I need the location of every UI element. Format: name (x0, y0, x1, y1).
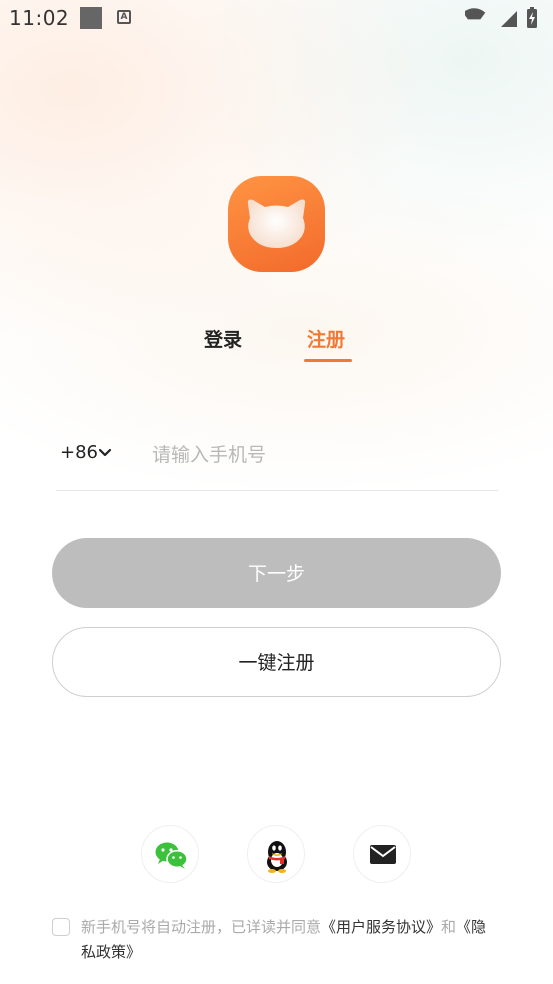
mail-icon (370, 845, 396, 864)
wechat-login-button[interactable] (141, 825, 199, 883)
agreement-text: 新手机号将自动注册，已详读并同意《用户服务协议》和《隐私政策》 (81, 915, 501, 965)
qq-penguin-icon (267, 841, 287, 873)
active-tab-indicator (304, 359, 352, 362)
cell-signal-icon (501, 11, 517, 27)
qq-login-button[interactable] (247, 825, 305, 883)
status-icons (463, 7, 545, 31)
phone-row: +86 (56, 432, 498, 491)
next-button[interactable]: 下一步 (52, 538, 501, 608)
agreement-and: 和 (441, 918, 457, 936)
wifi-icon (463, 8, 486, 20)
one-key-register-button[interactable]: 一键注册 (52, 627, 501, 697)
user-agreement-link[interactable]: 《用户服务协议》 (321, 918, 441, 936)
a-notification-icon: A (117, 10, 131, 24)
status-bar: 11:02 A (0, 0, 553, 38)
chevron-down-icon[interactable] (98, 448, 112, 458)
agreement-checkbox[interactable] (52, 918, 70, 936)
agreement-row: 新手机号将自动注册，已详读并同意《用户服务协议》和《隐私政策》 (52, 914, 512, 974)
phone-input[interactable] (150, 436, 494, 474)
app-logo (228, 176, 325, 272)
email-login-button[interactable] (353, 825, 411, 883)
tab-login[interactable]: 登录 (204, 325, 242, 363)
agreement-prefix: 新手机号将自动注册，已详读并同意 (81, 918, 322, 936)
battery-charging-icon (527, 7, 537, 28)
wechat-icon (155, 842, 188, 869)
cat-head-icon (247, 199, 306, 248)
country-code-selector[interactable]: +86 (60, 442, 98, 463)
status-time: 11:02 (9, 6, 70, 30)
tab-register[interactable]: 注册 (307, 325, 345, 363)
notification-square-icon (80, 7, 102, 29)
auth-tabs: 登录 注册 (0, 325, 553, 365)
